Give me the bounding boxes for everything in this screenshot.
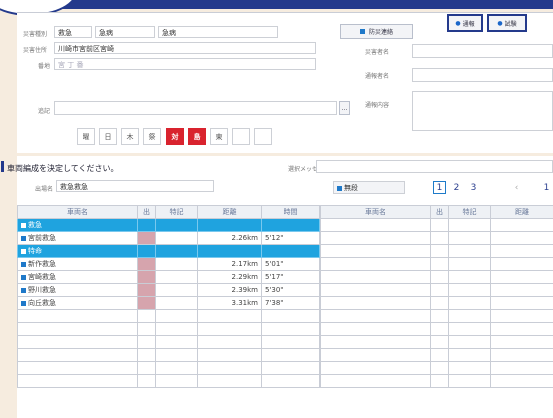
day-box[interactable]: 東: [210, 128, 228, 145]
addr2-label: 番地: [38, 63, 51, 70]
table-row[interactable]: [320, 309, 553, 323]
col-dist[interactable]: 距離: [490, 205, 553, 219]
left-vehicle-table: 車両名 出 特記 距離 時間 救急 宮前救急 2.26km 5'12" 特命 新作救…: [17, 205, 320, 388]
vehicle-icon: [21, 261, 26, 267]
table-row[interactable]: [17, 374, 320, 388]
select-icon: [337, 185, 342, 191]
title-bar-marker: [1, 161, 4, 172]
group-row[interactable]: 特命: [17, 244, 320, 258]
name-field[interactable]: [412, 44, 553, 58]
table-row[interactable]: 宮前救急 2.26km 5'12": [17, 231, 320, 245]
page-1[interactable]: 1: [433, 181, 446, 194]
vehicle-icon: [21, 300, 26, 306]
table-row[interactable]: [320, 244, 553, 258]
table-row[interactable]: [320, 335, 553, 349]
out-cell[interactable]: [137, 231, 156, 245]
table-row[interactable]: [17, 309, 320, 323]
top-bar: [0, 0, 553, 9]
page-prev[interactable]: ‹: [510, 181, 523, 194]
name-label: 災害者名: [365, 49, 390, 56]
more-button[interactable]: …: [339, 101, 350, 115]
table-row[interactable]: [320, 296, 553, 310]
col-dist[interactable]: 距離: [197, 205, 262, 219]
table-row[interactable]: [17, 348, 320, 362]
out-cell[interactable]: [137, 283, 156, 297]
table-row[interactable]: [17, 335, 320, 349]
message-field[interactable]: [316, 160, 553, 173]
day-box[interactable]: [254, 128, 272, 145]
table-header: 車両名 出 特記 距離 時間: [17, 205, 320, 219]
col-note[interactable]: 特記: [155, 205, 198, 219]
table-row[interactable]: [320, 270, 553, 284]
note-label: 追記: [38, 108, 51, 115]
vehicle-icon: [21, 287, 26, 293]
table-row[interactable]: [320, 231, 553, 245]
page-3[interactable]: 3: [467, 181, 480, 194]
notify-button[interactable]: ● 通報: [447, 14, 483, 32]
vehicle-icon: [21, 235, 26, 241]
instruction-text: 車両編成を決定してください。: [7, 164, 119, 173]
category-field-2[interactable]: 急病: [95, 26, 155, 38]
category-field-3[interactable]: 急病: [158, 26, 278, 38]
address-field[interactable]: 川崎市宮前区宮崎: [54, 42, 316, 54]
table-row[interactable]: [17, 361, 320, 375]
contact-button[interactable]: 防災連絡: [340, 24, 413, 39]
note-field[interactable]: [54, 101, 337, 115]
table-row[interactable]: [320, 322, 553, 336]
reporter-field[interactable]: [412, 68, 553, 82]
out-cell[interactable]: [137, 257, 156, 271]
table-row[interactable]: [320, 374, 553, 388]
table-row[interactable]: 向丘救急 3.31km 7'38": [17, 296, 320, 310]
out-cell[interactable]: [137, 270, 156, 284]
col-out[interactable]: 出: [430, 205, 449, 219]
group-row[interactable]: 救急: [17, 218, 320, 232]
contact-icon: [359, 29, 365, 34]
expand-icon: [21, 248, 26, 254]
day-box[interactable]: 木: [121, 128, 139, 145]
table-row[interactable]: [320, 283, 553, 297]
col-out[interactable]: 出: [137, 205, 156, 219]
col-time[interactable]: 時間: [261, 205, 320, 219]
addr2-field[interactable]: 宮 丁 番: [54, 58, 316, 70]
table-row[interactable]: [17, 322, 320, 336]
expand-icon: [21, 222, 26, 228]
day-box[interactable]: [232, 128, 250, 145]
unit-label: 出場名: [35, 186, 54, 193]
table-row[interactable]: [320, 257, 553, 271]
category-label: 災害種別: [23, 31, 48, 38]
day-box[interactable]: 日: [99, 128, 117, 145]
day-box[interactable]: 曜: [77, 128, 95, 145]
col-note[interactable]: 特記: [448, 205, 491, 219]
table-header: 車両名 出 特記 距離: [320, 205, 553, 219]
unit-field[interactable]: 救急救急: [56, 180, 214, 192]
page-last[interactable]: 1: [540, 181, 553, 194]
dispatch-app: 災害種別 救急 急病 急病 防災連絡 ● 通報 ● 試験 災害住所 川崎市宮前区宮崎…: [0, 0, 553, 418]
table-row[interactable]: [320, 361, 553, 375]
incident-form: 災害種別 救急 急病 急病 防災連絡 ● 通報 ● 試験 災害住所 川崎市宮前区宮崎…: [17, 12, 553, 153]
table-row[interactable]: [320, 348, 553, 362]
radio-dot-icon: ●: [497, 19, 503, 27]
radio-dot-icon: ●: [455, 19, 461, 27]
day-box-active[interactable]: 対: [166, 128, 184, 145]
category-field-1[interactable]: 救急: [54, 26, 92, 38]
sort-select[interactable]: 無段: [333, 181, 405, 194]
table-row[interactable]: [320, 218, 553, 232]
address-label: 災害住所: [23, 47, 48, 54]
right-vehicle-table: 車両名 出 特記 距離: [320, 205, 553, 388]
col-name[interactable]: 車両名: [17, 205, 138, 219]
test-button[interactable]: ● 試験: [487, 14, 527, 32]
day-box-active[interactable]: 島: [188, 128, 206, 145]
vehicle-icon: [21, 274, 26, 280]
page-2[interactable]: 2: [450, 181, 463, 194]
col-name[interactable]: 車両名: [320, 205, 431, 219]
table-row[interactable]: 宮崎救急 2.29km 5'17": [17, 270, 320, 284]
content-field[interactable]: [412, 91, 553, 131]
content-label: 通報内容: [365, 102, 390, 109]
out-cell[interactable]: [137, 296, 156, 310]
table-row[interactable]: 新作救急 2.17km 5'01": [17, 257, 320, 271]
day-box[interactable]: 祭: [143, 128, 161, 145]
table-row[interactable]: 野川救急 2.39km 5'30": [17, 283, 320, 297]
reporter-label: 通報者名: [365, 73, 390, 80]
